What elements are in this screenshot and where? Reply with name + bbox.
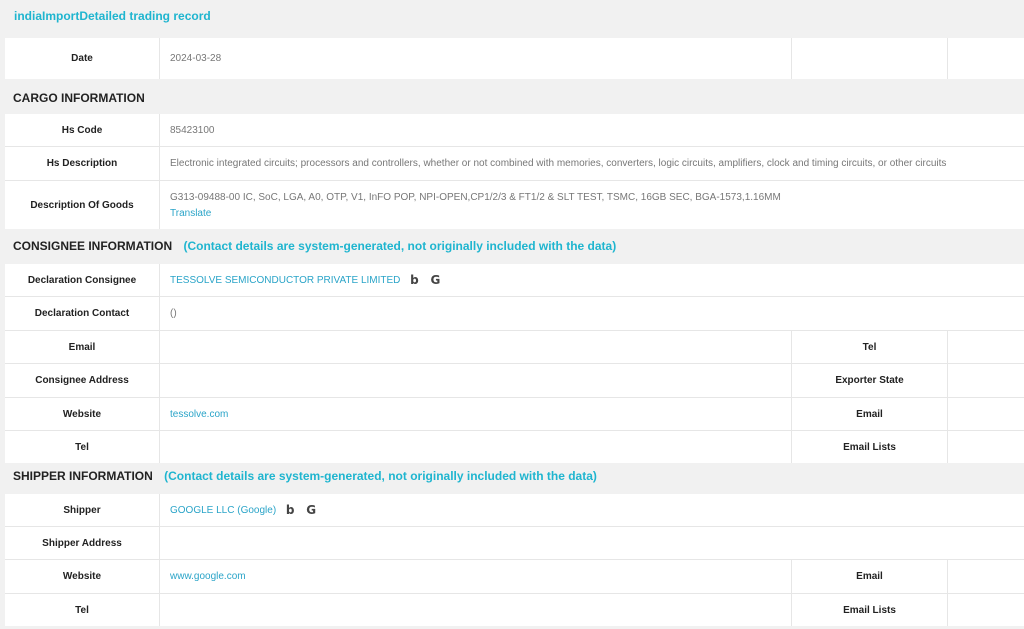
declaration-consignee-link[interactable]: TESSOLVE SEMICONDUCTOR PRIVATE LIMITED (170, 275, 400, 286)
translate-link[interactable]: Translate (170, 208, 1024, 219)
shipper-address-value (160, 527, 1024, 559)
date-right-empty-label (792, 38, 948, 79)
cargo-section-title: CARGO INFORMATION (13, 91, 145, 105)
shipper-website-cell: www.google.com (160, 560, 792, 593)
table-row-declaration-consignee: Declaration Consignee TESSOLVE SEMICONDU… (5, 264, 1024, 297)
date-table: Date 2024-03-28 (5, 38, 1024, 79)
table-row-goods: Description Of Goods G313-09488-00 IC, S… (5, 181, 1024, 229)
email-right-label: Email (792, 398, 948, 430)
website-cell: tessolve.com (160, 398, 792, 430)
hs-code-label: Hs Code (5, 114, 160, 146)
table-row-email: Email Tel (5, 331, 1024, 364)
shipper-address-label: Shipper Address (5, 527, 160, 559)
shipper-email-lists-value (948, 594, 1024, 626)
tel-row-value (160, 431, 792, 463)
email-label: Email (5, 331, 160, 363)
tel-value (948, 331, 1024, 363)
website-link[interactable]: tessolve.com (170, 409, 791, 420)
shipper-link[interactable]: GOOGLE LLC (Google) (170, 505, 276, 516)
email-value (160, 331, 792, 363)
website-label: Website (5, 398, 160, 430)
bing-icon[interactable]: b (407, 273, 421, 287)
date-right-empty-value (948, 38, 1024, 79)
shipper-email-lists-label: Email Lists (792, 594, 948, 626)
exporter-state-label: Exporter State (792, 364, 948, 397)
shipper-section-heading: SHIPPER INFORMATION (13, 469, 153, 483)
table-row-shipper-address: Shipper Address (5, 527, 1024, 560)
declaration-consignee-label: Declaration Consignee (5, 264, 160, 296)
email-lists-value (948, 431, 1024, 463)
shipper-email-value (948, 560, 1024, 593)
shipper-website-link[interactable]: www.google.com (170, 571, 791, 582)
hs-description-value: Electronic integrated circuits; processo… (170, 158, 947, 169)
table-row-hs-description: Hs Description Electronic integrated cir… (5, 147, 1024, 181)
consignee-section-title: CONSIGNEE INFORMATION (Contact details a… (13, 239, 616, 253)
consignee-section-note: (Contact details are system-generated, n… (183, 239, 617, 253)
shipper-section-note: (Contact details are system-generated, n… (164, 469, 597, 483)
tel-row-label: Tel (5, 431, 160, 463)
table-row-tel: Tel Email Lists (5, 431, 1024, 463)
shipper-label: Shipper (5, 494, 160, 526)
hs-code-value: 85423100 (170, 124, 215, 136)
tel-label: Tel (792, 331, 948, 363)
google-icon[interactable]: G (428, 273, 442, 287)
table-row-shipper-website: Website www.google.com Email (5, 560, 1024, 594)
exporter-state-value (948, 364, 1024, 397)
consignee-address-label: Consignee Address (5, 364, 160, 397)
shipper-table: Shipper GOOGLE LLC (Google) b G Shipper … (5, 494, 1024, 626)
shipper-cell: GOOGLE LLC (Google) b G (160, 494, 1024, 526)
declaration-contact-label: Declaration Contact (5, 297, 160, 330)
email-right-value (948, 398, 1024, 430)
email-lists-label: Email Lists (792, 431, 948, 463)
consignee-address-value (160, 364, 792, 397)
shipper-tel-value (160, 594, 792, 626)
consignee-table: Declaration Consignee TESSOLVE SEMICONDU… (5, 264, 1024, 463)
shipper-tel-label: Tel (5, 594, 160, 626)
consignee-section-heading: CONSIGNEE INFORMATION (13, 239, 173, 253)
bing-icon[interactable]: b (283, 503, 297, 517)
shipper-section-title: SHIPPER INFORMATION (Contact details are… (13, 469, 597, 483)
table-row-hs-code: Hs Code 85423100 (5, 114, 1024, 147)
date-value: 2024-03-28 (160, 38, 792, 79)
cargo-table: Hs Code 85423100 Hs Description Electron… (5, 114, 1024, 229)
shipper-email-label: Email (792, 560, 948, 593)
declaration-consignee-cell: TESSOLVE SEMICONDUCTOR PRIVATE LIMITED b… (160, 264, 1024, 296)
page-title: indiaImportDetailed trading record (14, 9, 211, 23)
date-label: Date (5, 38, 160, 79)
shipper-website-label: Website (5, 560, 160, 593)
table-row-date: Date 2024-03-28 (5, 38, 1024, 79)
cargo-section-heading: CARGO INFORMATION (13, 91, 145, 105)
google-icon[interactable]: G (304, 503, 318, 517)
hs-description-label: Hs Description (5, 147, 160, 180)
table-row-website: Website tessolve.com Email (5, 398, 1024, 431)
declaration-contact-value: () (170, 308, 177, 319)
table-row-declaration-contact: Declaration Contact () (5, 297, 1024, 331)
table-row-consignee-address: Consignee Address Exporter State (5, 364, 1024, 398)
goods-value: G313-09488-00 IC, SoC, LGA, A0, OTP, V1,… (170, 191, 781, 203)
table-row-shipper-tel: Tel Email Lists (5, 594, 1024, 626)
goods-label: Description Of Goods (5, 181, 160, 229)
goods-value-cell: G313-09488-00 IC, SoC, LGA, A0, OTP, V1,… (160, 181, 1024, 229)
table-row-shipper: Shipper GOOGLE LLC (Google) b G (5, 494, 1024, 527)
